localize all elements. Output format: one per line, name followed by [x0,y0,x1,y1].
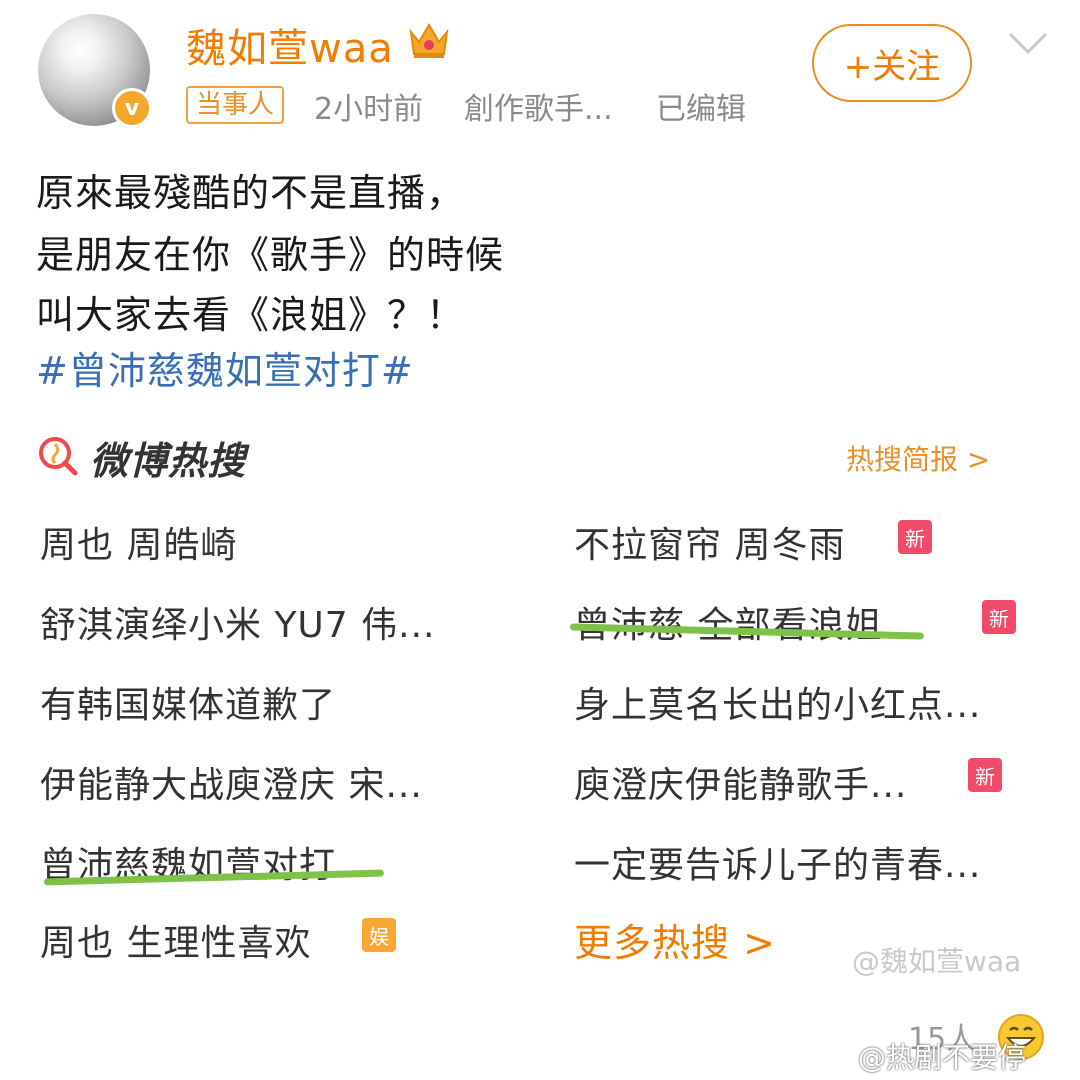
hot-search-title: 微博热搜 [90,439,247,483]
post-text-line: 是朋友在你《歌手》的時候 [36,233,505,277]
follow-button[interactable]: +关注 [812,24,972,102]
username[interactable]: 魏如萱waa [186,16,394,74]
new-badge: 新 [982,600,1016,634]
post-text-line: 叫大家去看《浪姐》？！ [36,293,466,337]
edited-label: 已编辑 [656,92,746,127]
watermark: @热剧不要停 [858,1041,1027,1074]
hot-search-item[interactable]: 身上莫名长出的小红点... [574,676,981,728]
crown-icon [409,23,449,58]
new-badge: 新 [968,758,1002,792]
post-source: 創作歌手... [464,92,613,127]
more-hot-search-link[interactable]: 更多热搜 > [574,912,776,967]
chevron-down-icon[interactable] [1006,28,1050,58]
hot-search-item[interactable]: 伊能静大战庾澄庆 宋... [40,756,423,808]
post-text-line: 原來最殘酷的不是直播， [36,171,466,215]
hot-search-icon [39,437,78,476]
hot-search-item[interactable]: 舒淇演绎小米 YU7 伟... [40,596,435,648]
watermark: @魏如萱waa [852,945,1022,978]
entertainment-badge: 娱 [362,918,396,952]
hot-search-item[interactable]: 周也 周皓崎 [40,516,237,568]
hot-search-item[interactable]: 不拉窗帘 周冬雨 [574,516,845,568]
verified-badge-icon: v [112,88,152,128]
hot-search-item[interactable]: 庾澄庆伊能静歌手... [574,756,907,808]
post-time: 2小时前 [314,92,424,127]
hot-search-brief-link[interactable]: 热搜简报 > [846,438,990,478]
new-badge: 新 [898,520,932,554]
party-tag: 当事人 [186,86,285,124]
hashtag-link[interactable]: #曾沛慈魏如萱对打# [36,340,414,395]
hot-search-item[interactable]: 有韩国媒体道歉了 [40,676,336,728]
hot-search-item[interactable]: 周也 生理性喜欢 [40,914,311,966]
hot-search-item[interactable]: 曾沛慈 全部看浪姐... [574,596,920,648]
hot-search-item[interactable]: 一定要告诉儿子的青春... [574,836,981,888]
